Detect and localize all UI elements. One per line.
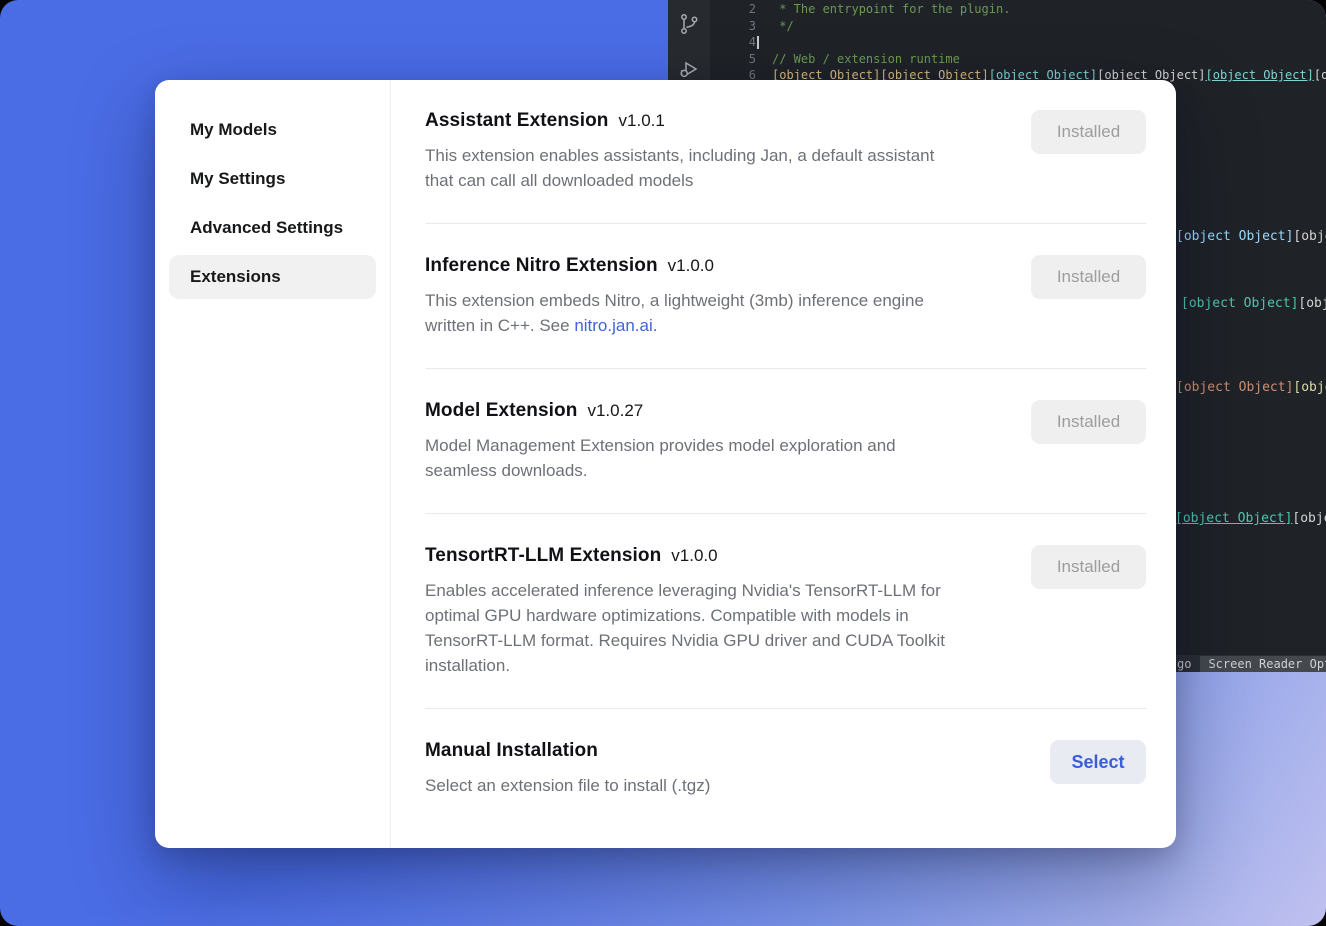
extension-row-nitro: Inference Nitro Extension v1.0.0 This ex… xyxy=(425,224,1146,369)
line-number: 2 xyxy=(710,1,765,18)
settings-modal: My Models My Settings Advanced Settings … xyxy=(155,80,1176,848)
extension-description: Enables accelerated inference leveraging… xyxy=(425,578,1011,678)
extension-description: This extension enables assistants, inclu… xyxy=(425,143,1011,193)
manual-installation-row: Manual Installation Select an extension … xyxy=(425,709,1146,828)
installed-button[interactable]: Installed xyxy=(1031,545,1146,589)
line-number: 5 xyxy=(710,51,765,68)
status-text: go xyxy=(1177,657,1191,671)
extensions-panel: Assistant Extension v1.0.1 This extensio… xyxy=(391,80,1176,848)
extension-title: Model Extension xyxy=(425,400,577,422)
settings-sidebar: My Models My Settings Advanced Settings … xyxy=(155,80,391,848)
extension-title: TensortRT-LLM Extension xyxy=(425,545,661,567)
screen-reader-optimized-status[interactable]: Screen Reader Optimize xyxy=(1200,656,1326,672)
code-text xyxy=(765,34,772,51)
extension-description: Model Management Extension provides mode… xyxy=(425,433,1011,483)
code-line: 4 xyxy=(710,34,1326,51)
screenshot-root: 2 * The entrypoint for the plugin. 3 */ … xyxy=(0,0,1326,926)
extension-row-model: Model Extension v1.0.27 Model Management… xyxy=(425,369,1146,514)
source-control-icon[interactable] xyxy=(677,12,701,36)
code-fragment: [object Object][object Object][object Ob… xyxy=(1176,380,1326,395)
code-text: // Web / extension runtime xyxy=(765,51,960,68)
code-text: */ xyxy=(765,18,794,35)
sidebar-item-my-models[interactable]: My Models xyxy=(169,108,376,152)
code-fragment: [object Object][object Object][object Ob… xyxy=(1176,229,1326,244)
installed-button[interactable]: Installed xyxy=(1031,110,1146,154)
code-line: 5 // Web / extension runtime xyxy=(710,51,1326,68)
sidebar-item-advanced-settings[interactable]: Advanced Settings xyxy=(169,206,376,250)
code-text: * The entrypoint for the plugin. xyxy=(765,1,1010,18)
code-fragment: [object Object][object Object] xyxy=(1175,511,1326,526)
line-number: 3 xyxy=(710,18,765,35)
text-cursor xyxy=(757,36,759,49)
code-line: 2 * The entrypoint for the plugin. xyxy=(710,1,1326,18)
sidebar-item-extensions[interactable]: Extensions xyxy=(169,255,376,299)
extension-title: Inference Nitro Extension xyxy=(425,255,658,277)
extension-row-assistant: Assistant Extension v1.0.1 This extensio… xyxy=(425,80,1146,224)
sidebar-item-my-settings[interactable]: My Settings xyxy=(169,157,376,201)
extension-title: Assistant Extension xyxy=(425,110,609,132)
extension-version: v1.0.1 xyxy=(619,111,665,131)
code-lines: 2 * The entrypoint for the plugin. 3 */ … xyxy=(710,1,1326,84)
installed-button[interactable]: Installed xyxy=(1031,255,1146,299)
extension-version: v1.0.0 xyxy=(668,256,714,276)
run-debug-icon[interactable] xyxy=(677,57,701,81)
code-line: 3 */ xyxy=(710,18,1326,35)
extension-version: v1.0.0 xyxy=(671,546,717,566)
nitro-jan-ai-link[interactable]: nitro.jan.ai. xyxy=(574,316,657,335)
select-file-button[interactable]: Select xyxy=(1050,740,1146,784)
manual-installation-description: Select an extension file to install (.tg… xyxy=(425,773,1030,798)
extension-version: v1.0.27 xyxy=(587,401,643,421)
manual-installation-title: Manual Installation xyxy=(425,740,598,762)
extension-description: This extension embeds Nitro, a lightweig… xyxy=(425,288,1011,338)
code-fragment: [object Object][object Object][object Ob… xyxy=(1181,296,1326,311)
installed-button[interactable]: Installed xyxy=(1031,400,1146,444)
extension-row-tensorrt: TensortRT-LLM Extension v1.0.0 Enables a… xyxy=(425,514,1146,709)
desktop-background: 2 * The entrypoint for the plugin. 3 */ … xyxy=(0,0,1326,926)
